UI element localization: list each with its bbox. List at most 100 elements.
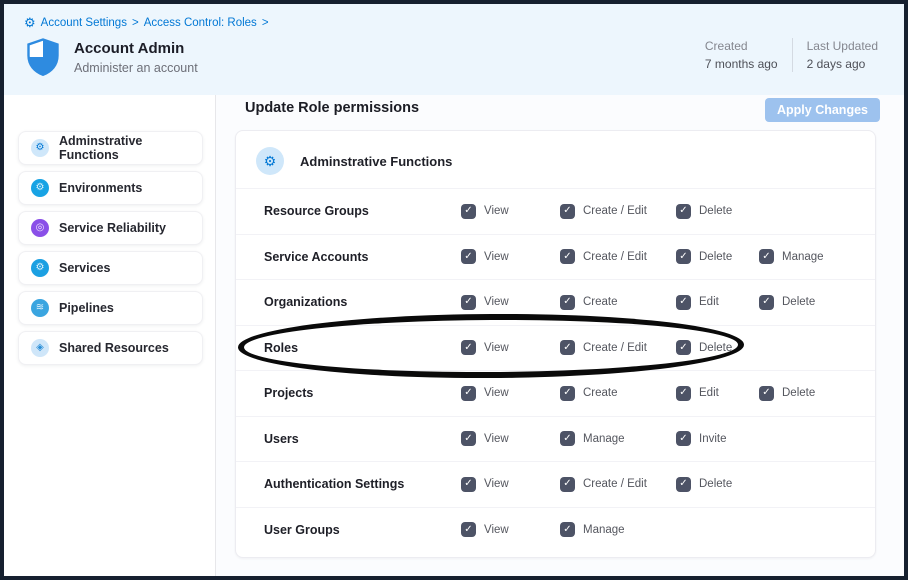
permission-label: View (484, 433, 509, 445)
resource-name: Users (264, 432, 461, 446)
checkbox-projects-view[interactable]: ✓ (461, 386, 476, 401)
permission-label: Delete (699, 342, 732, 354)
sidebar-item-service-reliability[interactable]: ◎Service Reliability (18, 211, 203, 245)
sidebar-item-shared-resources[interactable]: ◈Shared Resources (18, 331, 203, 365)
page-subtitle: Administer an account (74, 61, 198, 75)
pipeline-icon: ≋ (31, 299, 49, 317)
permission-label: View (484, 478, 509, 490)
resource-group-sidebar: ⚙Adminstrative Functions⚙Environments◎Se… (4, 95, 216, 576)
permission-label: View (484, 524, 509, 536)
resource-name: User Groups (264, 523, 461, 537)
permission-delete: ✓ Delete (759, 295, 849, 310)
permission-edit: ✓Edit (676, 295, 759, 310)
permission-delete: ✓Delete (676, 477, 759, 492)
checkbox-organizations-create[interactable]: ✓ (560, 295, 575, 310)
permissions-card: ⚙ Adminstrative Functions Resource Group… (235, 130, 876, 558)
app-window: ⚙ Account Settings > Access Control: Roles… (0, 0, 908, 580)
last-updated-label: Last Updated (807, 39, 878, 53)
checkbox-users-manage[interactable]: ✓ (560, 431, 575, 446)
checkbox-authentication-settings-create-edit[interactable]: ✓ (560, 477, 575, 492)
page-title: Account Admin (74, 40, 198, 57)
permission-row-service-accounts: Service Accounts✓View✓Create / Edit✓Dele… (236, 234, 875, 280)
permission-label: View (484, 387, 509, 399)
breadcrumb-link-access-control-roles[interactable]: Access Control: Roles (144, 17, 257, 29)
resource-name: Resource Groups (264, 204, 461, 218)
checkbox-authentication-settings-view[interactable]: ✓ (461, 477, 476, 492)
permission-invite: ✓ Invite (676, 431, 759, 446)
sidebar-item-pipelines[interactable]: ≋ Pipelines (18, 291, 203, 325)
breadcrumb-link-account-settings[interactable]: Account Settings (41, 17, 127, 29)
breadcrumb-separator: > (132, 17, 139, 29)
permission-row-organizations: Organizations✓View✓Create✓Edit✓Delete (236, 279, 875, 325)
permission-label: Manage (583, 433, 625, 445)
checkbox-resource-groups-delete[interactable]: ✓ (676, 204, 691, 219)
checkbox-resource-groups-view[interactable]: ✓ (461, 204, 476, 219)
checkbox-service-accounts-manage[interactable]: ✓ (759, 249, 774, 264)
permission-label: Create / Edit (583, 342, 647, 354)
permission-row-projects: Projects✓View✓Create✓Edit✓Delete (236, 370, 875, 416)
permission-view: ✓ View (461, 249, 560, 264)
checkbox-service-accounts-view[interactable]: ✓ (461, 249, 476, 264)
created-label: Created (705, 39, 778, 53)
permission-create-edit: ✓ Create / Edit (560, 204, 676, 219)
permission-create: ✓ Create (560, 386, 676, 401)
sidebar-item-label: Pipelines (59, 301, 114, 315)
permission-label: Create / Edit (583, 478, 647, 490)
permission-delete: ✓Delete (676, 204, 759, 219)
sidebar-item-label: Adminstrative Functions (59, 134, 202, 162)
permission-edit: ✓ Edit (676, 386, 759, 401)
sidebar-item-label: Shared Resources (59, 341, 169, 355)
sidebar-item-adminstrative-functions[interactable]: ⚙Adminstrative Functions (18, 131, 203, 165)
apply-changes-button[interactable]: Apply Changes (765, 98, 880, 122)
checkbox-roles-delete[interactable]: ✓ (676, 340, 691, 355)
permission-delete: ✓ Delete (676, 340, 759, 355)
checkbox-organizations-edit[interactable]: ✓ (676, 295, 691, 310)
permission-delete: ✓Delete (676, 249, 759, 264)
checkbox-user-groups-manage[interactable]: ✓ (560, 522, 575, 537)
permission-manage: ✓ Manage (560, 522, 676, 537)
checkbox-roles-create-edit[interactable]: ✓ (560, 340, 575, 355)
gear-icon: ⚙ (31, 259, 49, 277)
sidebar-item-environments[interactable]: ⚙ Environments (18, 171, 203, 205)
permission-row-roles: Roles✓View✓Create / Edit✓Delete (236, 325, 875, 371)
permission-label: Delete (782, 387, 815, 399)
meta-divider (792, 38, 793, 72)
breadcrumb-separator: > (262, 17, 269, 29)
permission-create-edit: ✓ Create / Edit (560, 340, 676, 355)
checkbox-user-groups-view[interactable]: ✓ (461, 522, 476, 537)
checkbox-service-accounts-delete[interactable]: ✓ (676, 249, 691, 264)
settings-gear-icon: ⚙ (24, 16, 36, 29)
permission-create-edit: ✓ Create / Edit (560, 477, 676, 492)
sidebar-item-label: Environments (59, 181, 142, 195)
permission-delete: ✓ Delete (759, 386, 849, 401)
permission-label: Invite (699, 433, 727, 445)
permission-manage: ✓ Manage (560, 431, 676, 446)
permission-label: Delete (782, 296, 815, 308)
checkbox-projects-delete[interactable]: ✓ (759, 386, 774, 401)
permission-label: Edit (699, 387, 719, 399)
permission-label: View (484, 251, 509, 263)
permission-create: ✓Create (560, 295, 676, 310)
checkbox-organizations-view[interactable]: ✓ (461, 295, 476, 310)
resource-name: Projects (264, 386, 461, 400)
checkbox-users-invite[interactable]: ✓ (676, 431, 691, 446)
resource-name: Organizations (264, 295, 461, 309)
checkbox-organizations-delete[interactable]: ✓ (759, 295, 774, 310)
checkbox-authentication-settings-delete[interactable]: ✓ (676, 477, 691, 492)
permission-label: Manage (583, 524, 625, 536)
checkbox-service-accounts-create-edit[interactable]: ✓ (560, 249, 575, 264)
gear-icon: ⚙ (31, 179, 49, 197)
permission-label: Create (583, 387, 618, 399)
sidebar-item-label: Service Reliability (59, 221, 166, 235)
checkbox-roles-view[interactable]: ✓ (461, 340, 476, 355)
permission-row-user-groups: User Groups✓View✓Manage (236, 507, 875, 553)
sidebar-item-label: Services (59, 261, 110, 275)
resource-name: Authentication Settings (264, 477, 461, 491)
permission-label: Create / Edit (583, 205, 647, 217)
permission-view: ✓ View (461, 477, 560, 492)
checkbox-users-view[interactable]: ✓ (461, 431, 476, 446)
checkbox-projects-edit[interactable]: ✓ (676, 386, 691, 401)
checkbox-resource-groups-create-edit[interactable]: ✓ (560, 204, 575, 219)
sidebar-item-services[interactable]: ⚙ Services (18, 251, 203, 285)
checkbox-projects-create[interactable]: ✓ (560, 386, 575, 401)
